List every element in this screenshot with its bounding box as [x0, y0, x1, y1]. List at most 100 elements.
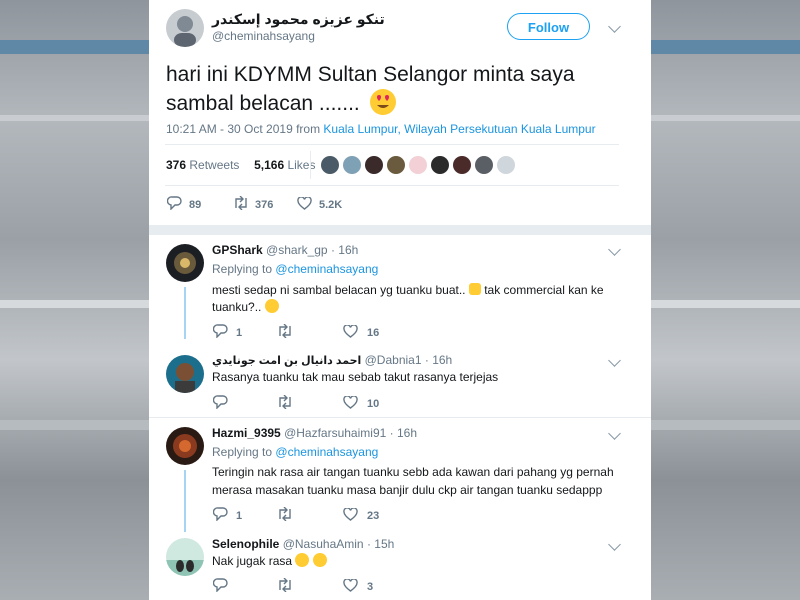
reply-text: Nak jugak rasa	[212, 553, 327, 568]
liker-avatars[interactable]	[321, 156, 519, 174]
chevron-down-icon[interactable]	[608, 20, 621, 33]
reply-header: Hazmi_9395 @Hazfarsuhaimi91 · 16h	[212, 426, 417, 440]
crying-emoji-icon	[295, 553, 310, 567]
reply-avatar[interactable]	[166, 538, 204, 576]
divider	[165, 144, 619, 145]
replying-to: Replying to @cheminahsayang	[212, 445, 378, 459]
reply-text-line: tuanku?..	[212, 300, 262, 314]
divider	[165, 185, 619, 186]
reply-author-handle[interactable]: @NasuhaAmin	[283, 537, 364, 551]
reply-author-handle[interactable]: @Dabnia1	[365, 353, 422, 367]
reply-icon[interactable]	[213, 395, 228, 409]
like-icon[interactable]	[343, 325, 358, 338]
liker-avatar[interactable]	[321, 156, 339, 174]
retweet-icon[interactable]	[277, 507, 293, 521]
liker-avatar[interactable]	[475, 156, 493, 174]
retweet-icon[interactable]	[277, 324, 293, 338]
tweet-location-link[interactable]: Kuala Lumpur, Wilayah Persekutuan Kuala …	[323, 122, 595, 136]
liker-avatar[interactable]	[365, 156, 383, 174]
reply-icon[interactable]	[167, 196, 182, 210]
tweet-stats: 376 Retweets 5,166 Likes	[166, 158, 315, 172]
reply-time[interactable]: · 15h	[367, 537, 394, 551]
likes-count[interactable]: 5,166 Likes	[254, 158, 315, 172]
likes-number: 5,166	[254, 158, 285, 172]
reply-text: Teringin nak rasa air tangan tuanku sebb…	[212, 463, 614, 499]
replying-to-handle[interactable]: @cheminahsayang	[275, 262, 378, 276]
reply-text-line: merasa masakan tuanku masa banjir dulu c…	[212, 483, 603, 497]
retweets-number: 376	[166, 158, 187, 172]
retweets-label: Retweets	[189, 158, 240, 172]
like-icon[interactable]	[343, 508, 358, 521]
reply-text-line: tak commercial kan ke	[484, 283, 604, 297]
chevron-down-icon[interactable]	[608, 243, 621, 256]
like-icon[interactable]	[343, 396, 358, 409]
stats-separator	[310, 151, 311, 179]
tweet-text: hari ini KDYMM Sultan Selangor minta say…	[166, 60, 626, 118]
liker-avatar[interactable]	[343, 156, 361, 174]
likes-label: Likes	[287, 158, 316, 172]
reply-count: 89	[189, 199, 202, 211]
grinning-emoji-icon	[264, 299, 279, 313]
reply-author-handle[interactable]: @Hazfarsuhaimi91	[284, 426, 386, 440]
reply-time[interactable]: · 16h	[331, 243, 358, 257]
like-icon[interactable]	[297, 197, 312, 210]
divider	[149, 225, 651, 235]
reply-author-name[interactable]: Selenophile	[212, 537, 279, 551]
retweet-icon[interactable]	[233, 196, 249, 210]
liker-avatar[interactable]	[453, 156, 471, 174]
liker-avatar[interactable]	[409, 156, 427, 174]
reply-count: 1	[236, 327, 243, 339]
reply-avatar[interactable]	[166, 244, 204, 282]
heart-eyes-emoji-icon	[369, 89, 396, 115]
reply-time[interactable]: · 16h	[390, 426, 417, 440]
reply-header: Selenophile @NasuhaAmin · 15h	[212, 537, 394, 551]
reply-avatar[interactable]	[166, 427, 204, 465]
reply-text-line: mesti sedap ni sambal belacan yg tuanku …	[212, 283, 466, 297]
like-count: 16	[367, 327, 380, 339]
thumbs-up-emoji-icon	[468, 283, 481, 295]
retweets-count[interactable]: 376 Retweets	[166, 158, 239, 172]
reply-author-name[interactable]: Hazmi_9395	[212, 426, 281, 440]
liker-avatar[interactable]	[387, 156, 405, 174]
replying-to-handle[interactable]: @cheminahsayang	[275, 445, 378, 459]
thread-line	[184, 287, 186, 339]
reply-author-handle[interactable]: @shark_gp	[266, 243, 328, 257]
retweet-icon[interactable]	[277, 395, 293, 409]
tweet-timestamp: 10:21 AM - 30 Oct 2019 from Kuala Lumpur…	[166, 122, 596, 136]
author-display-name[interactable]: تنکو عزيزه محمود إسکندر	[212, 11, 385, 28]
liker-avatar[interactable]	[431, 156, 449, 174]
like-count: 3	[367, 581, 374, 593]
author-avatar[interactable]	[166, 9, 204, 47]
reply-icon[interactable]	[213, 507, 228, 521]
reply-icon[interactable]	[213, 578, 228, 592]
chevron-down-icon[interactable]	[608, 427, 621, 440]
follow-button[interactable]: Follow	[507, 13, 590, 40]
reply-author-name[interactable]: GPShark	[212, 243, 263, 257]
like-count: 10	[367, 398, 380, 410]
reply-header: احمد دانيال بن امت جونايدي @Dabnia1 · 16…	[212, 353, 452, 367]
author-handle[interactable]: @cheminahsayang	[212, 29, 315, 43]
reply-text-line: Teringin nak rasa air tangan tuanku sebb…	[212, 465, 614, 479]
tweet-time[interactable]: 10:21 AM - 30 Oct 2019 from	[166, 122, 320, 136]
retweet-icon[interactable]	[277, 578, 293, 592]
crying-emoji-icon	[312, 553, 327, 567]
reply-text-line: Nak jugak rasa	[212, 554, 293, 568]
retweet-count: 376	[255, 199, 274, 211]
reply-text: Rasanya tuanku tak mau sebab takut rasan…	[212, 370, 499, 384]
like-count: 5.2K	[319, 199, 343, 211]
divider	[149, 417, 651, 418]
reply-text: mesti sedap ni sambal belacan yg tuanku …	[212, 282, 604, 316]
reply-icon[interactable]	[213, 324, 228, 338]
reply-count: 1	[236, 510, 243, 522]
reply-author-name[interactable]: احمد دانيال بن امت جونايدي	[212, 355, 361, 367]
liker-avatar[interactable]	[497, 156, 515, 174]
replying-to: Replying to @cheminahsayang	[212, 262, 378, 276]
like-icon[interactable]	[343, 579, 358, 592]
like-count: 23	[367, 510, 380, 522]
reply-avatar[interactable]	[166, 355, 204, 393]
reply-time[interactable]: · 16h	[425, 353, 452, 367]
replying-to-label: Replying to	[212, 445, 273, 459]
chevron-down-icon[interactable]	[608, 538, 621, 551]
tweet-card: تنکو عزيزه محمود إسکندر @cheminahsayang …	[149, 0, 651, 600]
chevron-down-icon[interactable]	[608, 354, 621, 367]
